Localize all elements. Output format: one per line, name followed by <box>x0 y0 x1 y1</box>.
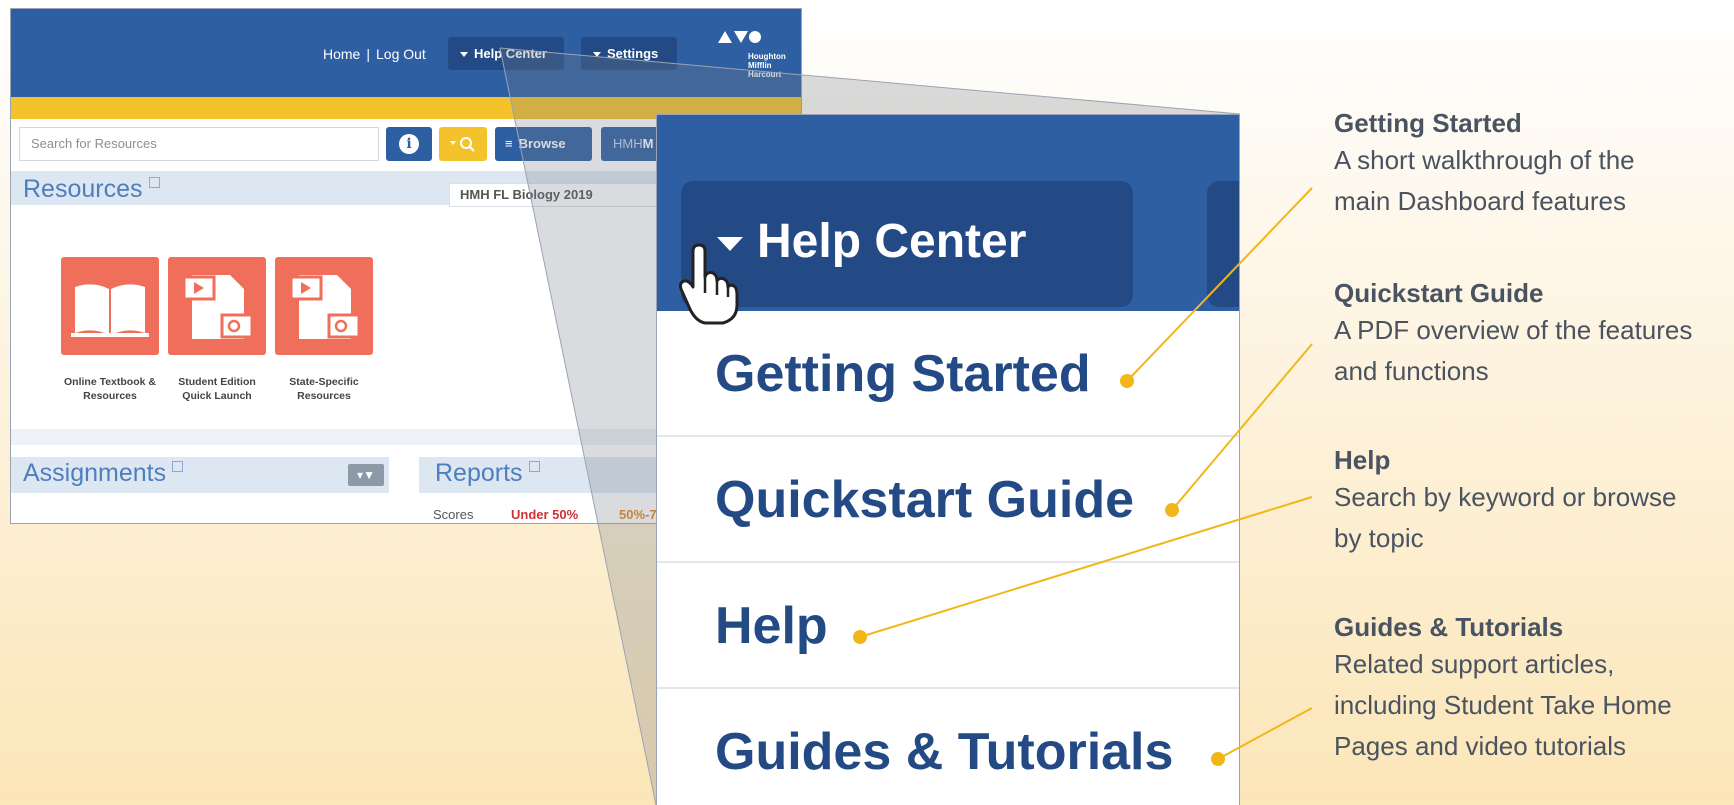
callout-body-line: including Student Take Home <box>1334 690 1672 720</box>
callout-body-line: A PDF overview of the features <box>1334 315 1693 345</box>
callout-body-line: Search by keyword or browse <box>1334 482 1677 512</box>
callout-title: Guides & Tutorials <box>1334 612 1564 642</box>
callout-body-line: and functions <box>1334 356 1489 386</box>
callout-title: Help <box>1334 445 1391 475</box>
callout-quickstart-guide: Quickstart Guide A PDF overview of the f… <box>1334 276 1734 392</box>
callout-getting-started: Getting Started A short walkthrough of t… <box>1334 106 1734 222</box>
callout-body-line: main Dashboard features <box>1334 186 1626 216</box>
callout-body-line: Related support articles, <box>1334 649 1615 679</box>
callout-help: Help Search by keyword or browse by topi… <box>1334 443 1734 559</box>
callout-title: Getting Started <box>1334 108 1522 138</box>
callout-body-line: by topic <box>1334 523 1424 553</box>
callout-body-line: A short walkthrough of the <box>1334 145 1635 175</box>
callout-body-line: Pages and video tutorials <box>1334 731 1626 761</box>
callout-title: Quickstart Guide <box>1334 278 1544 308</box>
callout-guides-tutorials: Guides & Tutorials Related support artic… <box>1334 610 1734 767</box>
